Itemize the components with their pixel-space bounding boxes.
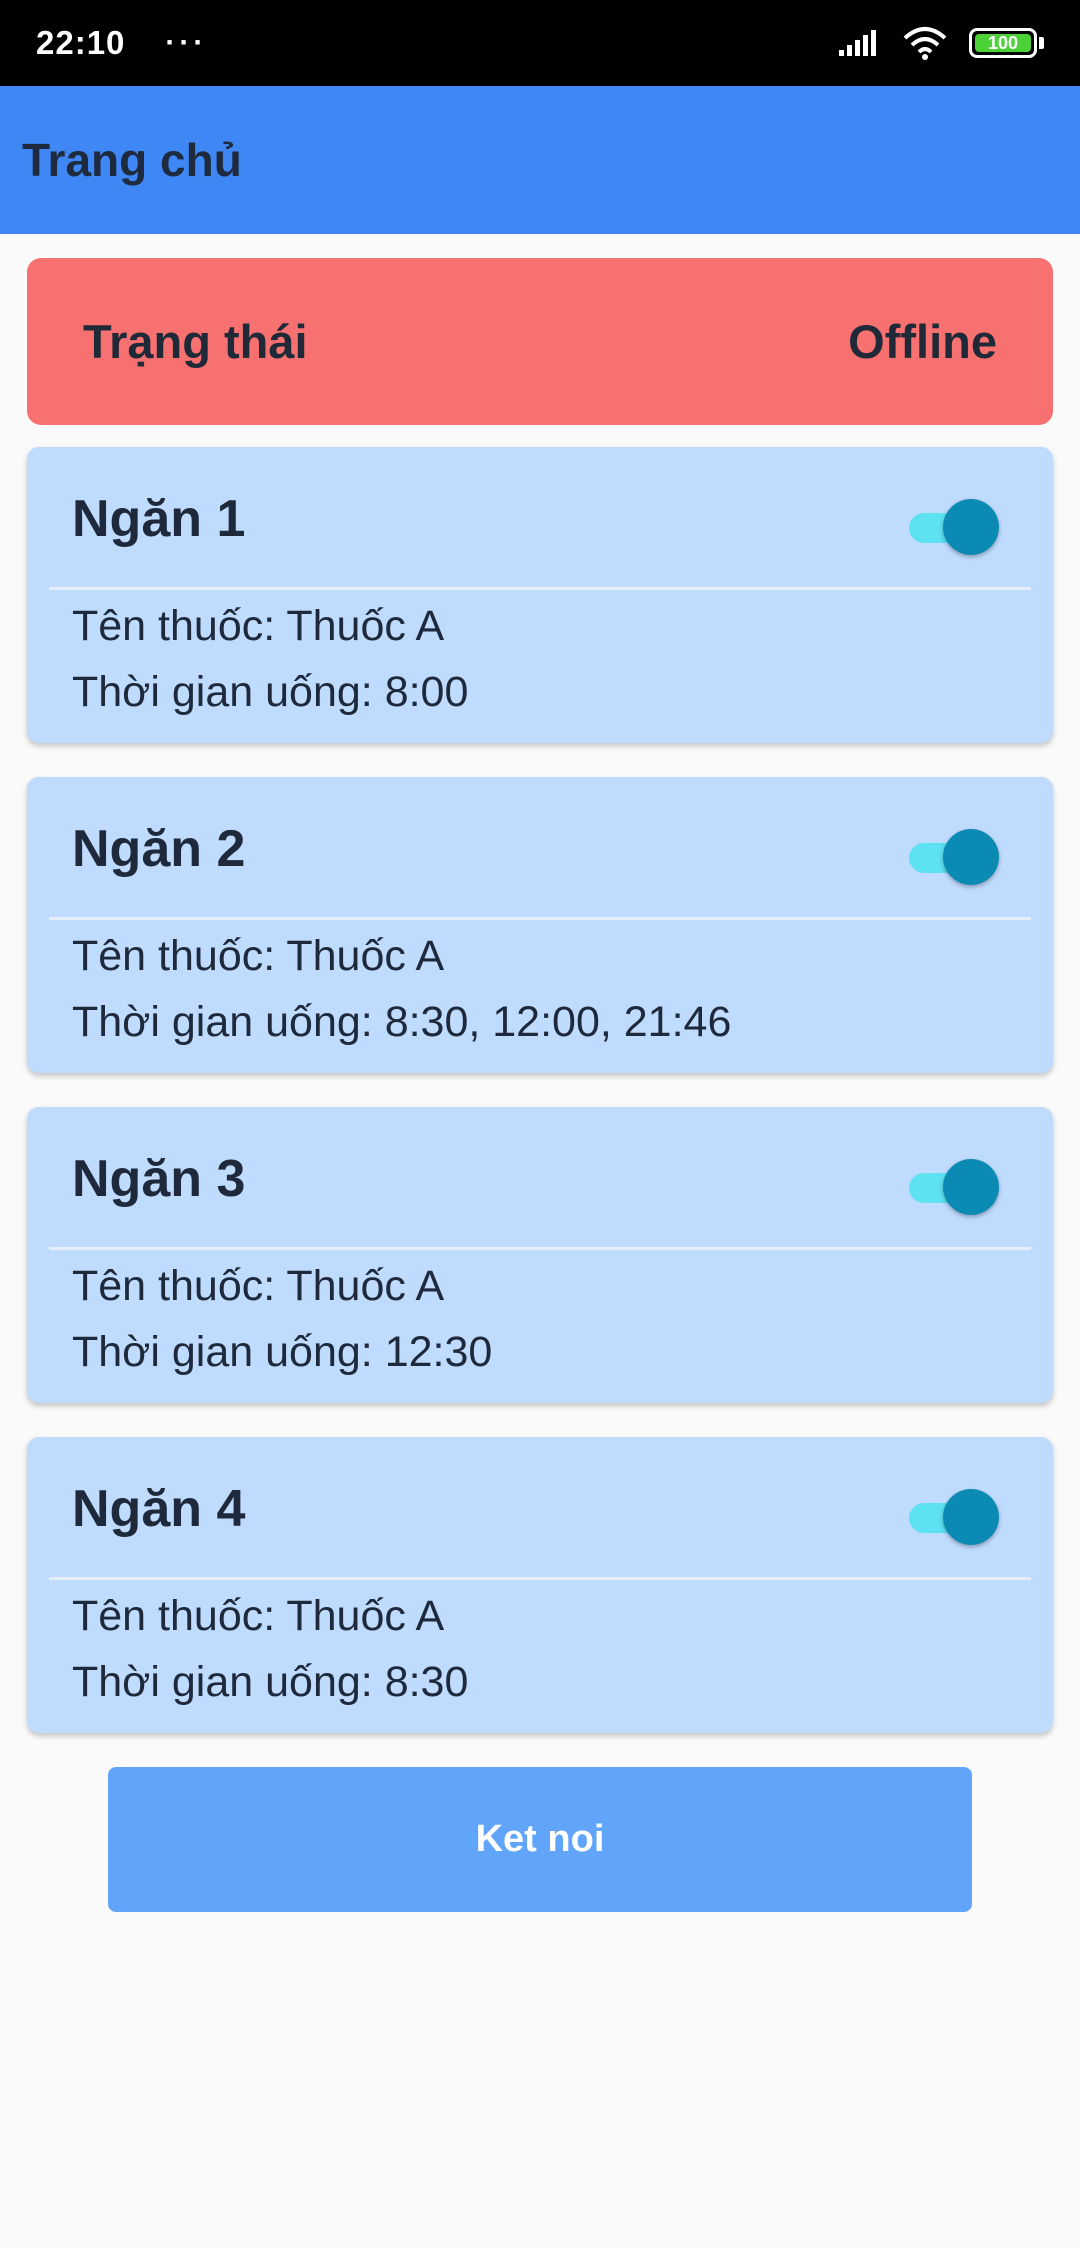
drawer-header: Ngăn 3 — [27, 1107, 1053, 1247]
dose-times-value: 12:30 — [384, 1328, 493, 1376]
drawer-header: Ngăn 2 — [27, 777, 1053, 917]
dose-times: Thời gian uống: 8:30, 12:00, 21:46 — [72, 998, 731, 1047]
drawer-1-toggle[interactable] — [909, 499, 999, 555]
medicine-label: Tên thuốc: — [72, 602, 287, 650]
medicine-name: Tên thuốc: Thuốc A — [72, 602, 444, 651]
medicine-value: Thuốc A — [286, 1592, 445, 1640]
status-right: 100 — [839, 26, 1044, 60]
drawer-3-toggle[interactable] — [909, 1159, 999, 1215]
medicine-value: Thuốc A — [286, 932, 445, 980]
divider — [49, 587, 1031, 590]
battery-level: 100 — [987, 32, 1019, 53]
drawer-header: Ngăn 4 — [27, 1437, 1053, 1577]
page-title: Trang chủ — [22, 134, 242, 186]
divider — [49, 1247, 1031, 1250]
drawer-card-2[interactable]: Ngăn 2 Tên thuốc: Thuốc A Thời gian uống… — [27, 777, 1053, 1073]
drawer-title: Ngăn 1 — [72, 490, 246, 548]
more-notifications-icon: ··· — [165, 26, 208, 59]
drawer-title: Ngăn 4 — [72, 1480, 246, 1538]
medicine-name: Tên thuốc: Thuốc A — [72, 1262, 444, 1311]
medicine-label: Tên thuốc: — [72, 1262, 287, 1310]
drawer-card-1[interactable]: Ngăn 1 Tên thuốc: Thuốc A Thời gian uống… — [27, 447, 1053, 743]
divider — [49, 917, 1031, 920]
dose-times-value: 8:30, 12:00, 21:46 — [384, 998, 732, 1046]
drawer-header: Ngăn 1 — [27, 447, 1053, 587]
status-time: 22:10 — [36, 24, 126, 61]
drawer-title: Ngăn 3 — [72, 1150, 246, 1208]
battery-indicator: 100 — [969, 28, 1044, 58]
medicine-value: Thuốc A — [286, 602, 445, 650]
dose-times-label: Thời gian uống: — [72, 1658, 385, 1706]
toggle-thumb — [943, 1489, 999, 1545]
status-left: 22:10 ··· — [36, 24, 207, 62]
drawer-title: Ngăn 2 — [72, 820, 246, 878]
connect-button[interactable]: Ket noi — [108, 1767, 972, 1912]
connection-status-label: Trạng thái — [83, 315, 308, 368]
toggle-thumb — [943, 499, 999, 555]
status-bar: 22:10 ··· 100 — [0, 0, 1080, 86]
dose-times-value: 8:30 — [384, 1658, 469, 1706]
wifi-icon — [903, 27, 947, 60]
dose-times-label: Thời gian uống: — [72, 998, 385, 1046]
drawer-card-4[interactable]: Ngăn 4 Tên thuốc: Thuốc A Thời gian uống… — [27, 1437, 1053, 1733]
connection-status-card: Trạng thái Offline — [27, 258, 1053, 425]
medicine-value: Thuốc A — [286, 1262, 445, 1310]
dose-times: Thời gian uống: 8:00 — [72, 668, 468, 717]
app-bar: Trang chủ — [0, 86, 1080, 234]
dose-times: Thời gian uống: 8:30 — [72, 1658, 468, 1707]
drawer-2-toggle[interactable] — [909, 829, 999, 885]
dose-times: Thời gian uống: 12:30 — [72, 1328, 492, 1377]
medicine-label: Tên thuốc: — [72, 1592, 287, 1640]
dose-times-label: Thời gian uống: — [72, 1328, 385, 1376]
drawer-card-3[interactable]: Ngăn 3 Tên thuốc: Thuốc A Thời gian uống… — [27, 1107, 1053, 1403]
battery-icon: 100 — [969, 28, 1037, 58]
signal-icon — [839, 30, 876, 56]
divider — [49, 1577, 1031, 1580]
battery-tip — [1039, 37, 1044, 49]
medicine-label: Tên thuốc: — [72, 932, 287, 980]
medicine-name: Tên thuốc: Thuốc A — [72, 1592, 444, 1641]
toggle-thumb — [943, 829, 999, 885]
medicine-name: Tên thuốc: Thuốc A — [72, 932, 444, 981]
dose-times-label: Thời gian uống: — [72, 668, 385, 716]
dose-times-value: 8:00 — [384, 668, 469, 716]
drawer-4-toggle[interactable] — [909, 1489, 999, 1545]
toggle-thumb — [943, 1159, 999, 1215]
connection-status-value: Offline — [848, 315, 997, 368]
